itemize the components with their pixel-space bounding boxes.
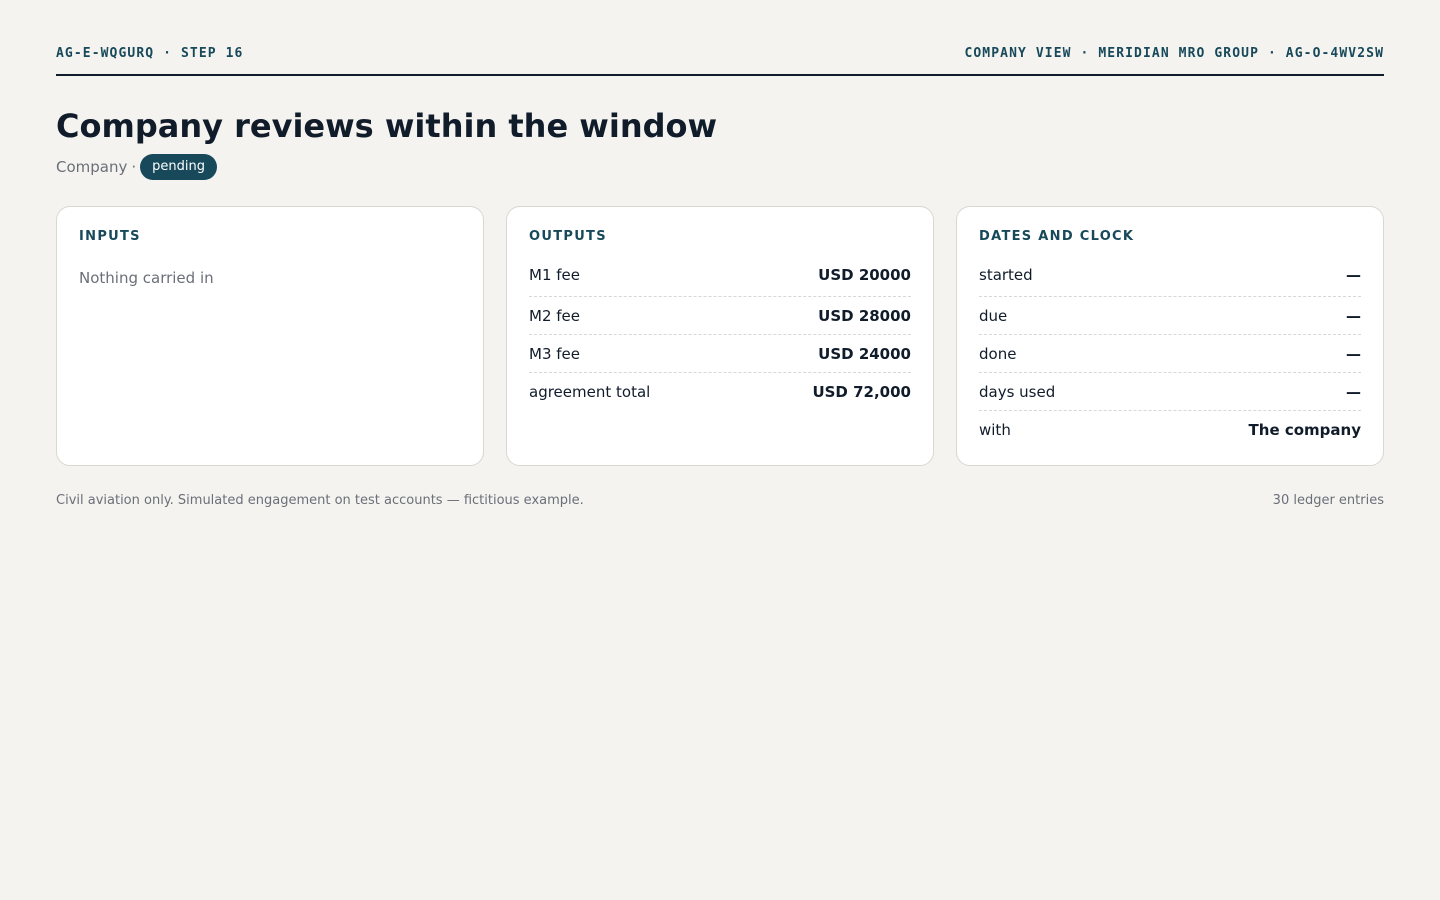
outputs-card: OUTPUTS M1 fee USD 20000 M2 fee USD 2800… [506, 206, 934, 466]
subtitle-separator: · [131, 158, 137, 176]
date-row: started — [979, 263, 1361, 297]
output-value: USD 20000 [818, 266, 911, 284]
status-badge: pending [140, 154, 218, 180]
date-value: — [1346, 382, 1361, 401]
output-row: M3 fee USD 24000 [529, 335, 911, 373]
page: AG-E-WQGURQ · STEP 16 COMPANY VIEW · MER… [56, 0, 1384, 508]
date-value: — [1346, 266, 1361, 284]
output-value: USD 72,000 [812, 382, 911, 401]
output-value: USD 24000 [818, 344, 911, 363]
page-title: Company reviews within the window [56, 107, 718, 145]
footer-note: Civil aviation only. Simulated engagemen… [56, 493, 584, 508]
outputs-list: M1 fee USD 20000 M2 fee USD 28000 M3 fee… [529, 263, 911, 410]
cards-row: INPUTS Nothing carried in OUTPUTS M1 fee… [56, 206, 1384, 466]
date-value: — [1346, 344, 1361, 363]
date-row: due — [979, 297, 1361, 335]
output-value: USD 28000 [818, 306, 911, 325]
output-label: M1 fee [529, 266, 580, 284]
date-label: due [979, 306, 1008, 325]
party-label: Company [56, 158, 128, 176]
date-row: with The company [979, 411, 1361, 448]
date-row: days used — [979, 373, 1361, 411]
output-row: agreement total USD 72,000 [529, 373, 911, 410]
step-identifier: AG-E-WQGURQ · STEP 16 [56, 46, 244, 61]
date-row: done — [979, 335, 1361, 373]
output-row: M2 fee USD 28000 [529, 297, 911, 335]
dates-card: DATES AND CLOCK started — due — done — d… [956, 206, 1384, 466]
date-value: The company [1248, 420, 1361, 439]
inputs-heading: INPUTS [79, 229, 141, 244]
date-label: started [979, 266, 1033, 284]
date-value: — [1346, 306, 1361, 325]
view-context: COMPANY VIEW · MERIDIAN MRO GROUP · AG-O… [964, 46, 1384, 61]
output-label: M3 fee [529, 344, 580, 363]
dates-list: started — due — done — days used — with [979, 263, 1361, 448]
outputs-heading: OUTPUTS [529, 229, 607, 244]
output-label: M2 fee [529, 306, 580, 325]
dates-heading: DATES AND CLOCK [979, 229, 1135, 244]
inputs-card: INPUTS Nothing carried in [56, 206, 484, 466]
subtitle: Company · pending [56, 154, 218, 180]
output-label: agreement total [529, 382, 651, 401]
output-row: M1 fee USD 20000 [529, 263, 911, 297]
top-bar: AG-E-WQGURQ · STEP 16 COMPANY VIEW · MER… [56, 0, 1384, 76]
date-label: with [979, 420, 1011, 439]
date-label: done [979, 344, 1017, 363]
date-label: days used [979, 382, 1056, 401]
ledger-count: 30 ledger entries [1272, 493, 1384, 508]
inputs-empty-text: Nothing carried in [79, 269, 214, 287]
